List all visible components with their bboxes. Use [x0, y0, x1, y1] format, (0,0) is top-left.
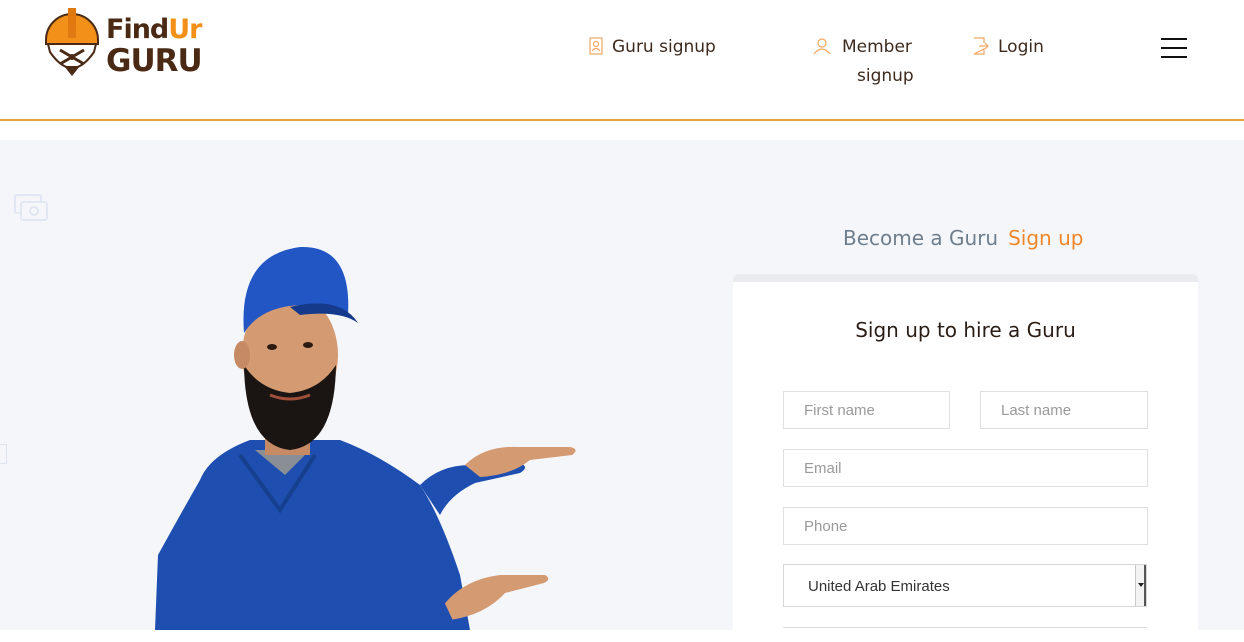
logo-wordmark: FindUr GURU [106, 14, 203, 79]
next-field-border [783, 627, 1147, 628]
chevron-down-icon[interactable] [1135, 565, 1146, 606]
nav-member-signup[interactable]: Member signup [813, 37, 923, 87]
country-select[interactable]: United Arab Emirates [783, 564, 1147, 607]
last-name-input[interactable] [980, 391, 1148, 429]
nav-member-line2: signup [857, 66, 914, 86]
logo-guru: GURU [106, 43, 203, 79]
hardhat-logo-icon [45, 8, 99, 76]
country-select-value: United Arab Emirates [808, 578, 950, 595]
first-name-input[interactable] [783, 391, 950, 429]
money-decor-icon [14, 194, 48, 221]
site-header: FindUr GURU Guru signup Member signup Lo… [0, 0, 1244, 121]
nav-member-line1: Member [842, 37, 912, 57]
become-guru-heading: Become a Guru Sign up [843, 226, 1083, 250]
logo-ur: Ur [168, 14, 202, 45]
logo-find: Find [106, 14, 169, 45]
login-icon [971, 37, 989, 55]
worker-illustration [155, 246, 576, 630]
hero-section: Become a Guru Sign up Sign up to hire a G… [0, 140, 1244, 642]
signup-card: Sign up to hire a Guru United Arab Emira… [733, 282, 1198, 642]
decor-shape [0, 444, 7, 464]
phone-input[interactable] [783, 507, 1148, 545]
signup-card-title: Sign up to hire a Guru [855, 318, 1076, 342]
nav-login-label: Login [998, 37, 1044, 57]
email-input[interactable] [783, 449, 1148, 487]
findurguru-logo[interactable]: FindUr GURU [42, 6, 212, 80]
nav-guru-signup-label: Guru signup [612, 37, 716, 57]
hamburger-menu-icon[interactable] [1161, 38, 1187, 58]
become-guru-text: Become a Guru [843, 226, 999, 250]
id-badge-icon [587, 37, 605, 55]
signup-link[interactable]: Sign up [1008, 226, 1083, 250]
user-icon [813, 37, 831, 55]
